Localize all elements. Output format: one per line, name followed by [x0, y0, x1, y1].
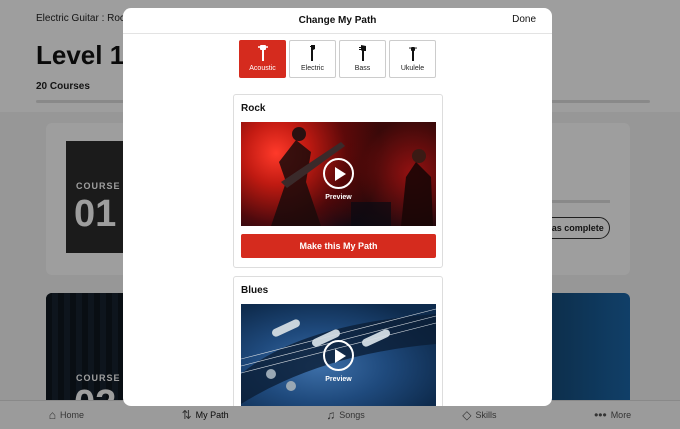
path-card-blues: Blues Preview [233, 276, 443, 406]
instrument-tab-electric[interactable]: Electric [289, 40, 336, 78]
ukulele-icon [408, 47, 417, 61]
path-title: Rock [241, 103, 266, 114]
modal-title: Change My Path [298, 15, 377, 26]
path-preview-image[interactable]: Preview [241, 122, 436, 226]
instrument-tab-ukulele[interactable]: Ukulele [389, 40, 436, 78]
bass-guitar-icon [358, 45, 366, 61]
instrument-label: Bass [354, 65, 371, 72]
electric-guitar-icon [309, 45, 315, 61]
instrument-tab-acoustic[interactable]: Acoustic [239, 40, 286, 78]
preview-label: Preview [325, 194, 352, 201]
path-preview-image[interactable]: Preview [241, 304, 436, 406]
preview-label: Preview [325, 376, 352, 383]
path-card-rock: Rock Preview Make this My Path [233, 94, 443, 268]
instrument-label: Electric [301, 65, 324, 72]
modal-header: Change My Path Done [123, 8, 552, 34]
play-preview-button[interactable] [323, 340, 354, 371]
done-button[interactable]: Done [512, 14, 536, 25]
instrument-label: Acoustic [249, 65, 276, 72]
instrument-label: Ukulele [400, 65, 425, 72]
play-icon [334, 166, 346, 181]
acoustic-guitar-icon [257, 45, 268, 61]
play-icon [334, 348, 346, 363]
instrument-selector: Acoustic Electric Bass Ukulele [239, 40, 436, 78]
make-my-path-button[interactable]: Make this My Path [241, 234, 436, 258]
path-title: Blues [241, 285, 269, 296]
change-path-modal: Change My Path Done Acoustic Electric Ba… [123, 8, 552, 406]
play-preview-button[interactable] [323, 158, 354, 189]
instrument-tab-bass[interactable]: Bass [339, 40, 386, 78]
